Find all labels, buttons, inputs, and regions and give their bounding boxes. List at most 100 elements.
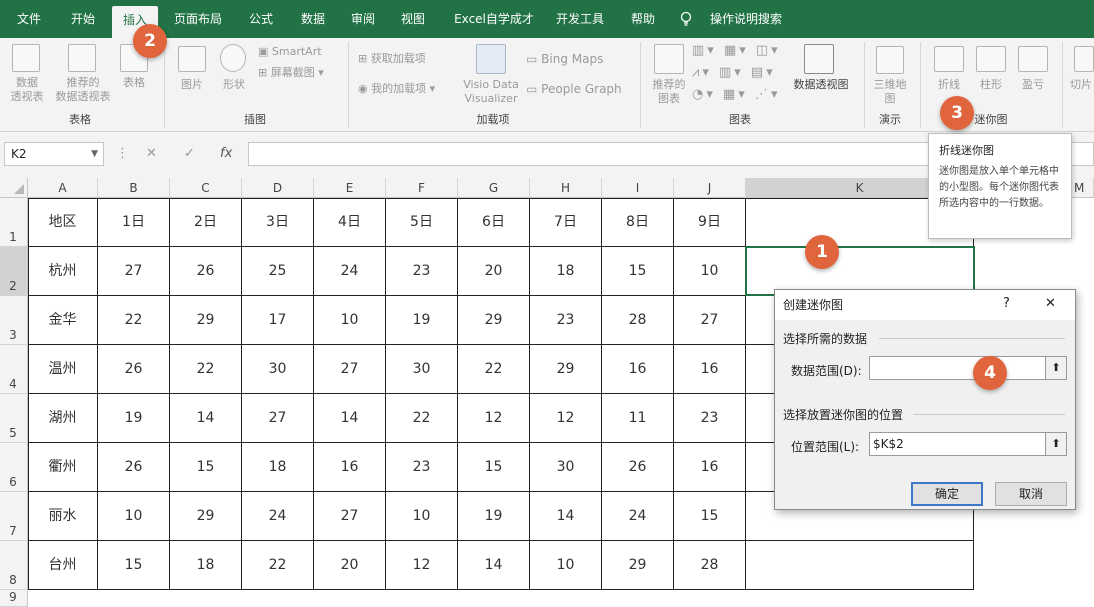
value-cell[interactable]: 15 <box>458 443 530 492</box>
row-header-2[interactable]: 2 <box>0 247 28 296</box>
value-cell[interactable]: 22 <box>170 345 242 394</box>
region-cell[interactable]: 台州 <box>28 541 98 590</box>
value-cell[interactable]: 10 <box>98 492 170 541</box>
smartart-button[interactable]: ▣ SmartArt <box>258 45 332 59</box>
tab-help[interactable]: 帮助 <box>620 0 666 38</box>
value-cell[interactable]: 26 <box>98 345 170 394</box>
value-cell[interactable]: 12 <box>530 394 602 443</box>
get-addins-button[interactable]: ⊞ 获取加载项 <box>358 52 448 66</box>
value-cell[interactable]: 15 <box>170 443 242 492</box>
enter-icon[interactable]: ✓ <box>184 142 195 166</box>
header-cell-region[interactable]: 地区 <box>28 198 98 247</box>
chart-types-gallery-3[interactable]: ◔▾ ▦▾ ⋰▾ <box>692 88 782 102</box>
people-graph-button[interactable]: ▭ People Graph <box>526 82 632 96</box>
value-cell[interactable]: 10 <box>674 247 746 296</box>
data-range-input[interactable] <box>869 356 1047 380</box>
value-cell[interactable]: 27 <box>314 492 386 541</box>
value-cell[interactable]: 16 <box>674 345 746 394</box>
bing-maps-button[interactable]: ▭ Bing Maps <box>526 52 616 66</box>
visio-data-visualizer-button[interactable]: Visio Data Visualizer <box>458 78 524 106</box>
value-cell[interactable]: 20 <box>458 247 530 296</box>
help-button[interactable]: ? <box>1003 296 1010 311</box>
row-header-1[interactable]: 1 <box>0 198 28 247</box>
col-header-i[interactable]: I <box>602 178 674 198</box>
value-cell[interactable]: 18 <box>530 247 602 296</box>
value-cell[interactable]: 19 <box>98 394 170 443</box>
value-cell[interactable]: 30 <box>530 443 602 492</box>
value-cell[interactable]: 20 <box>314 541 386 590</box>
col-header-a[interactable]: A <box>28 178 98 198</box>
ok-button[interactable]: 确定 <box>911 482 983 506</box>
col-header-f[interactable]: F <box>386 178 458 198</box>
value-cell[interactable]: 27 <box>314 345 386 394</box>
value-cell[interactable]: 19 <box>386 296 458 345</box>
value-cell[interactable]: 30 <box>242 345 314 394</box>
value-cell[interactable]: 29 <box>170 296 242 345</box>
value-cell[interactable]: 27 <box>242 394 314 443</box>
header-cell-day[interactable]: 4日 <box>314 198 386 247</box>
header-cell-day[interactable]: 8日 <box>602 198 674 247</box>
value-cell[interactable]: 22 <box>242 541 314 590</box>
value-cell[interactable]: 30 <box>386 345 458 394</box>
value-cell[interactable]: 16 <box>674 443 746 492</box>
col-header-h[interactable]: H <box>530 178 602 198</box>
value-cell[interactable]: 15 <box>602 247 674 296</box>
recommended-pivot-button[interactable]: 推荐的 数据透视表 <box>48 76 118 104</box>
table-button[interactable]: 表格 <box>118 76 150 90</box>
collapse-dialog-icon[interactable]: ⬆ <box>1045 432 1067 456</box>
header-cell-day[interactable]: 2日 <box>170 198 242 247</box>
tab-page-layout[interactable]: 页面布局 <box>164 0 232 38</box>
tab-view[interactable]: 视图 <box>390 0 436 38</box>
value-cell[interactable]: 15 <box>674 492 746 541</box>
value-cell[interactable]: 23 <box>386 443 458 492</box>
value-cell[interactable]: 18 <box>170 541 242 590</box>
region-cell[interactable]: 金华 <box>28 296 98 345</box>
picture-button[interactable]: 图片 <box>174 78 210 92</box>
tab-developer[interactable]: 开发工具 <box>548 0 612 38</box>
value-cell[interactable]: 14 <box>530 492 602 541</box>
value-cell[interactable]: 12 <box>386 541 458 590</box>
tab-formulas[interactable]: 公式 <box>238 0 284 38</box>
close-icon[interactable]: ✕ <box>1045 296 1056 311</box>
row-header-8[interactable]: 8 <box>0 541 28 590</box>
3d-map-button[interactable]: 三维地图 <box>868 78 912 106</box>
value-cell[interactable]: 23 <box>386 247 458 296</box>
slicer-button[interactable]: 切片 <box>1070 78 1094 92</box>
pivot-chart-button[interactable]: 数据透视图 <box>786 78 856 92</box>
cancel-button[interactable]: 取消 <box>995 482 1067 506</box>
value-cell[interactable]: 10 <box>386 492 458 541</box>
recommended-charts-button[interactable]: 推荐的 图表 <box>650 78 688 106</box>
col-header-g[interactable]: G <box>458 178 530 198</box>
value-cell[interactable]: 24 <box>314 247 386 296</box>
value-cell[interactable]: 29 <box>602 541 674 590</box>
cancel-icon[interactable]: ✕ <box>146 142 157 166</box>
row-header-3[interactable]: 3 <box>0 296 28 345</box>
value-cell[interactable]: 29 <box>530 345 602 394</box>
value-cell[interactable]: 29 <box>170 492 242 541</box>
col-header-j[interactable]: J <box>674 178 746 198</box>
value-cell[interactable]: 14 <box>170 394 242 443</box>
tab-home[interactable]: 开始 <box>60 0 106 38</box>
winloss-sparkline-button[interactable]: 盈亏 <box>1014 78 1052 92</box>
row-header-7[interactable]: 7 <box>0 492 28 541</box>
header-cell-day[interactable]: 5日 <box>386 198 458 247</box>
location-range-input[interactable]: $K$2 <box>869 432 1047 456</box>
chevron-down-icon[interactable]: ▼ <box>91 143 98 165</box>
value-cell[interactable]: 25 <box>242 247 314 296</box>
select-all-corner[interactable] <box>0 178 28 198</box>
screenshot-button[interactable]: ⊞ 屏幕截图 ▾ <box>258 66 338 80</box>
tab-review[interactable]: 审阅 <box>340 0 386 38</box>
region-cell[interactable]: 丽水 <box>28 492 98 541</box>
value-cell[interactable]: 10 <box>314 296 386 345</box>
col-header-e[interactable]: E <box>314 178 386 198</box>
value-cell[interactable]: 12 <box>458 394 530 443</box>
column-sparkline-button[interactable]: 柱形 <box>972 78 1010 92</box>
header-cell-day[interactable]: 9日 <box>674 198 746 247</box>
value-cell[interactable]: 24 <box>242 492 314 541</box>
collapse-dialog-icon[interactable]: ⬆ <box>1045 356 1067 380</box>
line-sparkline-button[interactable]: 折线 <box>930 78 968 92</box>
row-header-4[interactable]: 4 <box>0 345 28 394</box>
chart-types-gallery-2[interactable]: ⩘▾ ▥▾ ▤▾ <box>692 66 782 80</box>
tab-excel-self-learning[interactable]: Excel自学成才 <box>446 0 542 38</box>
header-cell-day[interactable]: 3日 <box>242 198 314 247</box>
